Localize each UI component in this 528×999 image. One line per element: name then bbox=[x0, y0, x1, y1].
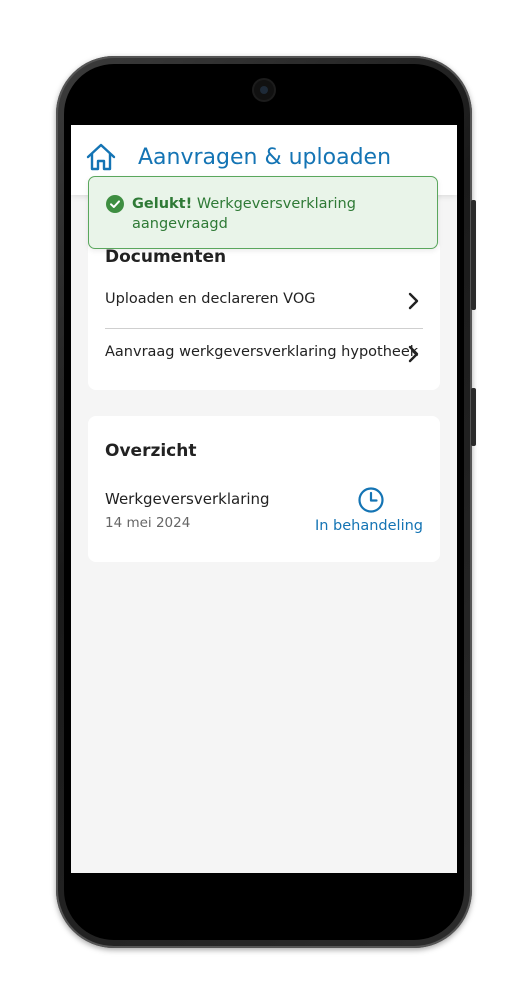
overview-item-date: 14 mei 2024 bbox=[105, 515, 191, 531]
divider bbox=[105, 328, 423, 329]
document-item-vog[interactable]: Uploaden en declareren VOG bbox=[105, 281, 423, 321]
overview-item-name: Werkgeversverklaring bbox=[105, 490, 270, 508]
overview-item-status: In behandeling bbox=[314, 518, 423, 534]
document-item-label: Uploaden en declareren VOG bbox=[105, 291, 316, 307]
toast-message: Gelukt! Werkgeversverklaring aangevraagd bbox=[132, 194, 422, 234]
success-toast: Gelukt! Werkgeversverklaring aangevraagd bbox=[88, 176, 438, 249]
toast-message-line1: Werkgeversverklaring bbox=[196, 196, 356, 212]
documents-card: Documenten Uploaden en declareren VOG Aa… bbox=[88, 240, 440, 390]
check-circle-icon bbox=[106, 195, 124, 213]
chevron-right-icon bbox=[408, 292, 419, 310]
home-icon bbox=[86, 143, 116, 171]
toast-message-line2: aangevraagd bbox=[132, 216, 228, 232]
front-camera bbox=[254, 80, 274, 100]
volume-button bbox=[471, 388, 476, 446]
document-item-werkgeversverklaring[interactable]: Aanvraag werkgeversverklaring hypotheek bbox=[105, 334, 423, 374]
power-button bbox=[471, 200, 476, 310]
home-button[interactable] bbox=[85, 141, 117, 173]
device-stage: Aanvragen & uploaden Documenten Uploaden… bbox=[0, 0, 528, 999]
toast-bold-text: Gelukt! bbox=[132, 196, 193, 212]
document-item-label: Aanvraag werkgeversverklaring hypotheek bbox=[105, 344, 419, 360]
clock-icon bbox=[358, 487, 384, 513]
documents-title: Documenten bbox=[105, 247, 227, 267]
overview-title: Overzicht bbox=[105, 441, 197, 461]
page-title: Aanvragen & uploaden bbox=[138, 145, 392, 170]
chevron-right-icon bbox=[408, 345, 419, 363]
overview-card: Overzicht Werkgeversverklaring 14 mei 20… bbox=[88, 416, 440, 562]
